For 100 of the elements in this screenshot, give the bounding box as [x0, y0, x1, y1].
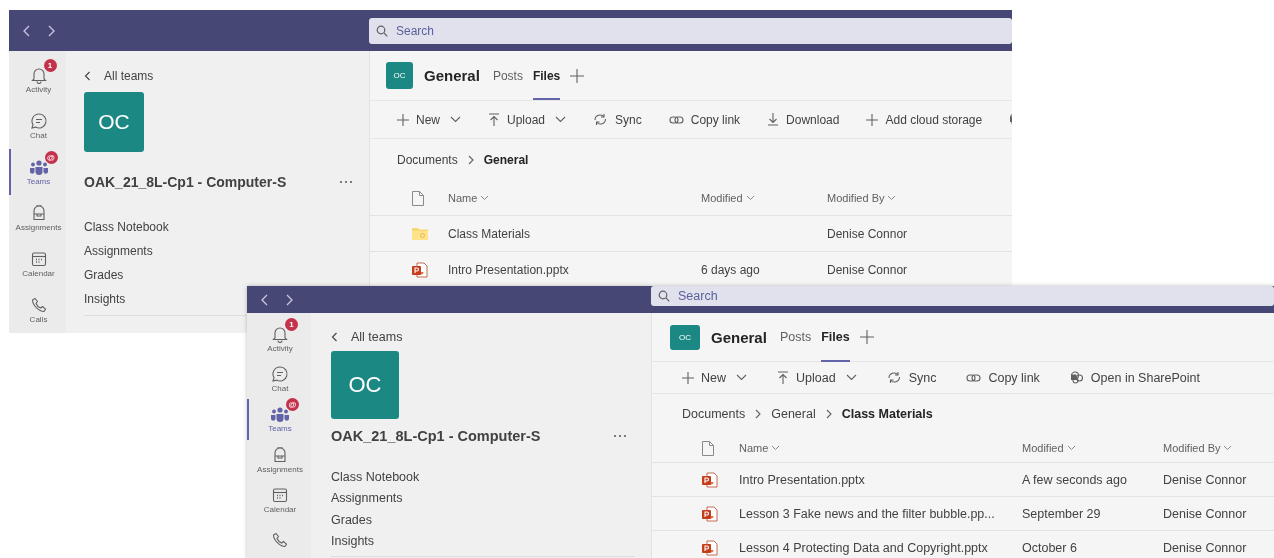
- rail-item[interactable]: Assignments: [247, 439, 311, 480]
- backpack-icon: [271, 445, 289, 464]
- team-nav-item[interactable]: Insights: [331, 530, 375, 552]
- people-icon: [28, 158, 49, 176]
- phone-icon: [29, 296, 48, 314]
- chevron-left-icon: [84, 71, 91, 81]
- file-name[interactable]: Intro Presentation.pptx: [448, 262, 569, 277]
- chevron-icon: [755, 409, 762, 419]
- file-name[interactable]: Class Materials: [448, 226, 531, 241]
- column-header[interactable]: Modified By: [1163, 442, 1274, 454]
- presentation-file-icon: [412, 261, 428, 278]
- team-nav-item[interactable]: Insights: [84, 287, 126, 311]
- modified-by: Denise Connor: [1163, 472, 1247, 487]
- modified-date: 6 days ago: [701, 262, 760, 277]
- file-name[interactable]: Intro Presentation.pptx: [739, 472, 865, 487]
- breadcrumb-link[interactable]: Class Materials: [841, 407, 933, 421]
- search-field[interactable]: Search: [651, 286, 1274, 306]
- channel-name: General: [424, 67, 480, 84]
- notification-badge: @: [44, 151, 58, 164]
- channel-tab[interactable]: Posts: [492, 51, 523, 100]
- rail-item[interactable]: Chat: [9, 103, 66, 149]
- all-teams-link[interactable]: All teams: [331, 329, 635, 345]
- channel-tab[interactable]: Files: [532, 51, 561, 100]
- plus-icon: [866, 113, 879, 126]
- team-nav-item[interactable]: Class Notebook: [84, 215, 169, 239]
- rail-item[interactable]: Calls: [9, 287, 66, 333]
- rail-item[interactable]: Assignments: [9, 195, 66, 241]
- back-icon[interactable]: [23, 24, 31, 37]
- toolbar-button[interactable]: Upload: [777, 370, 857, 385]
- sort-caret-icon: [480, 195, 490, 201]
- rail-item[interactable]: 1 Activity: [9, 57, 66, 103]
- sort-caret-icon: [1066, 445, 1076, 451]
- rail-item[interactable]: Chat: [247, 359, 311, 400]
- chat-icon: [29, 112, 48, 130]
- link-icon: [966, 372, 982, 383]
- team-nav-item[interactable]: Grades: [331, 509, 372, 531]
- toolbar-button[interactable]: Add cloud storage: [866, 112, 983, 127]
- team-nav-item[interactable]: Class Notebook: [331, 466, 420, 488]
- rail-item[interactable]: 1 Activity: [247, 319, 311, 360]
- sharepoint-icon: [1069, 371, 1084, 384]
- phone-icon: [271, 530, 289, 549]
- more-options-icon[interactable]: [613, 434, 627, 438]
- file-name[interactable]: Lesson 4 Protecting Data and Copyright.pptx: [739, 540, 988, 555]
- toolbar-button[interactable]: Copy link: [668, 112, 741, 127]
- toolbar-button[interactable]: Sync: [886, 370, 937, 385]
- channel-avatar: OC: [670, 324, 700, 350]
- toolbar-button[interactable]: New: [682, 370, 747, 385]
- channel-tab[interactable]: Files: [821, 312, 850, 362]
- column-header[interactable]: Modified By: [827, 192, 1012, 204]
- sync-icon: [886, 371, 902, 384]
- bell-icon: [271, 325, 289, 344]
- column-header[interactable]: Modified: [701, 192, 827, 204]
- search-field[interactable]: Search: [369, 17, 1012, 44]
- all-teams-link[interactable]: All teams: [84, 68, 353, 84]
- more-options-icon[interactable]: [339, 180, 353, 184]
- team-avatar: OC: [84, 92, 144, 152]
- breadcrumb-link[interactable]: General: [771, 407, 816, 421]
- chevron-left-icon: [331, 332, 338, 342]
- chevron-icon: [825, 409, 832, 419]
- search-icon: [376, 24, 388, 37]
- search-input[interactable]: Search: [676, 288, 800, 304]
- team-nav-item[interactable]: Grades: [84, 263, 124, 287]
- column-header[interactable]: Name: [448, 192, 701, 204]
- forward-icon[interactable]: [285, 293, 293, 306]
- team-avatar: OC: [331, 351, 399, 419]
- breadcrumb-link[interactable]: General: [483, 153, 529, 167]
- toolbar-button[interactable]: Upload: [488, 112, 567, 127]
- toolbar-button[interactable]: Sync: [593, 112, 642, 127]
- forward-icon[interactable]: [47, 24, 55, 37]
- modified-by: Denise Connor: [1163, 540, 1247, 555]
- search-input[interactable]: Search: [394, 22, 518, 39]
- upload-icon: [488, 113, 500, 126]
- presentation-file-icon: [702, 505, 718, 522]
- chat-icon: [271, 365, 289, 384]
- toolbar-button[interactable]: Open in SharePoint: [1069, 370, 1200, 385]
- channel-avatar: OC: [386, 62, 413, 89]
- channel-tab[interactable]: Posts: [779, 312, 812, 362]
- chevron-icon: [467, 155, 474, 165]
- sync-icon: [593, 113, 609, 126]
- presentation-file-icon: [702, 471, 718, 488]
- column-header[interactable]: Name: [739, 442, 1022, 454]
- toolbar-button[interactable]: New: [397, 112, 461, 127]
- breadcrumb-link[interactable]: Documents: [682, 407, 746, 421]
- modified-date: October 6: [1022, 540, 1077, 555]
- column-header[interactable]: Modified: [1022, 442, 1163, 454]
- back-icon[interactable]: [261, 293, 269, 306]
- breadcrumb-link[interactable]: Documents: [397, 153, 458, 167]
- file-name[interactable]: Lesson 3 Fake news and the filter bubble.pp...: [739, 506, 995, 521]
- file-type-icon: [702, 440, 714, 456]
- toolbar-button[interactable]: Copy link: [966, 370, 1040, 385]
- team-nav-item[interactable]: Assignments: [84, 239, 153, 263]
- toolbar-button[interactable]: Download: [767, 112, 840, 127]
- modified-by: Denise Connor: [827, 262, 908, 277]
- team-nav-item[interactable]: Assignments: [331, 487, 403, 509]
- sort-caret-icon: [745, 195, 755, 201]
- calendar-icon: [271, 485, 289, 504]
- calendar-icon: [29, 250, 48, 268]
- rail-item[interactable]: Calendar: [247, 479, 311, 520]
- rail-item[interactable]: Calendar: [9, 241, 66, 287]
- team-name: OAK_21_8L-Cp1 - Computer-S: [331, 428, 541, 444]
